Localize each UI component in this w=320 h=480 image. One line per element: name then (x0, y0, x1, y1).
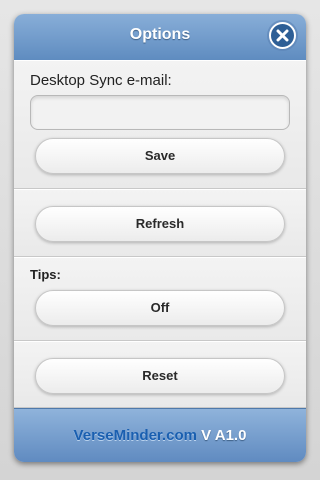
version-text: V A1.0 (201, 427, 247, 444)
header-bar: Options (14, 14, 306, 61)
website-link[interactable]: VerseMinder.com (74, 427, 197, 444)
close-icon (276, 29, 289, 42)
reset-button[interactable]: Reset (35, 358, 285, 394)
refresh-button[interactable]: Refresh (35, 206, 285, 242)
sync-section: Desktop Sync e-mail: Save (14, 60, 306, 189)
reset-section: Reset (14, 341, 306, 408)
close-button[interactable] (269, 22, 296, 49)
footer-bar: VerseMinder.com V A1.0 (14, 408, 306, 462)
refresh-section: Refresh (14, 189, 306, 257)
tips-section: Tips: Off (14, 257, 306, 341)
tips-label: Tips: (30, 267, 61, 282)
sync-email-input[interactable] (30, 95, 290, 130)
page-title: Options (129, 26, 191, 43)
tips-toggle-button[interactable]: Off (35, 290, 285, 326)
options-dialog: Options Desktop Sync e-mail: Save Refres… (14, 14, 306, 462)
save-button[interactable]: Save (35, 138, 285, 174)
sync-email-label: Desktop Sync e-mail: (30, 72, 172, 89)
